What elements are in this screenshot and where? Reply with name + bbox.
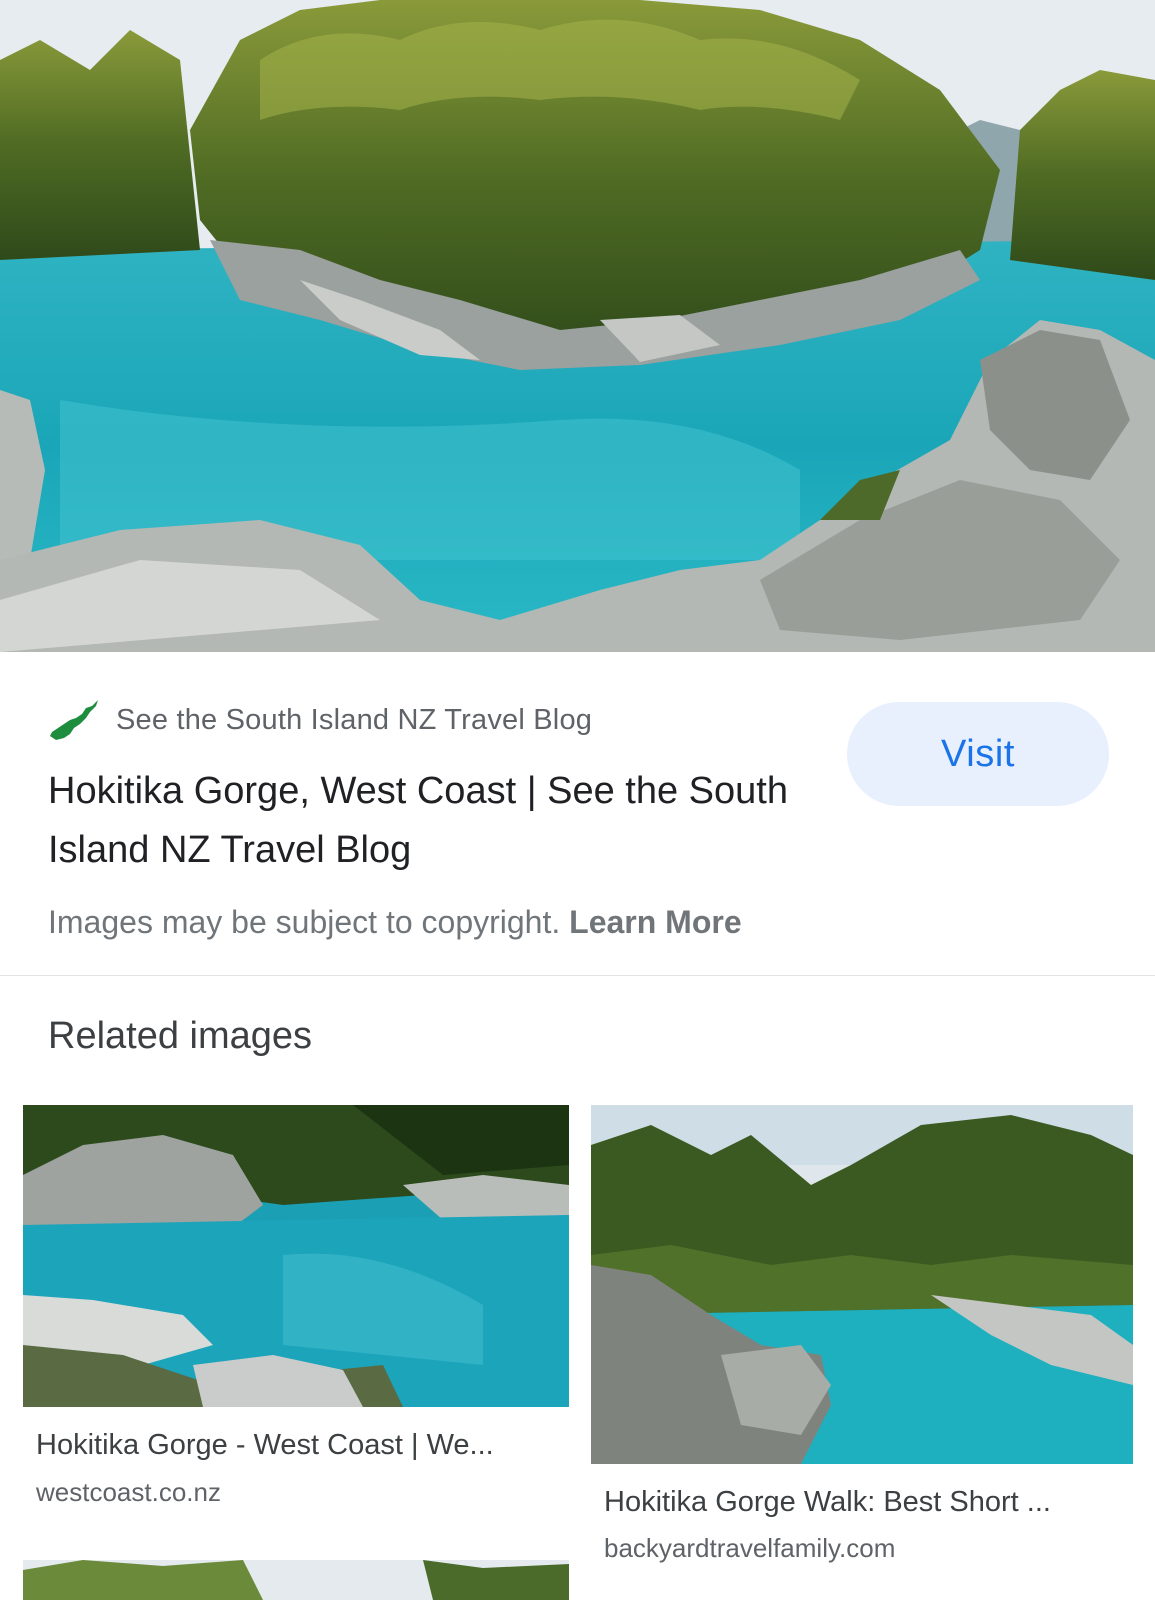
thumbnail-illustration [23, 1560, 569, 1600]
related-image-card[interactable]: Hokitika Gorge Walk: Best Short ... back… [591, 1105, 1133, 1563]
image-preview-page: See the South Island NZ Travel Blog Visi… [0, 0, 1155, 1600]
related-image-title: Hokitika Gorge - West Coast | We... [36, 1429, 494, 1461]
thumbnail-illustration [591, 1105, 1133, 1464]
section-divider [0, 975, 1155, 976]
hero-landscape-illustration [0, 0, 1155, 652]
related-image-domain: westcoast.co.nz [36, 1477, 221, 1507]
related-image-domain: backyardtravelfamily.com [604, 1533, 896, 1563]
related-image-thumbnail[interactable] [591, 1105, 1133, 1464]
hero-image[interactable] [0, 0, 1155, 652]
learn-more-link[interactable]: Learn More [569, 904, 741, 940]
result-title[interactable]: Hokitika Gorge, West Coast | See the Sou… [48, 762, 808, 880]
related-image-thumbnail[interactable] [23, 1560, 569, 1600]
copyright-notice: Images may be subject to copyright. Lear… [48, 904, 742, 941]
south-island-map-icon [50, 700, 98, 740]
related-image-card[interactable]: Hokitika Gorge - West Coast | We... west… [23, 1105, 569, 1507]
source-row[interactable]: See the South Island NZ Travel Blog [48, 698, 592, 742]
related-images-heading: Related images [48, 1015, 313, 1057]
related-image-thumbnail[interactable] [23, 1105, 569, 1407]
related-image-title: Hokitika Gorge Walk: Best Short ... [604, 1486, 1051, 1518]
related-image-card[interactable] [23, 1560, 569, 1600]
visit-button[interactable]: Visit [847, 702, 1109, 806]
thumbnail-illustration [23, 1105, 569, 1407]
copyright-text: Images may be subject to copyright. [48, 904, 561, 940]
source-name: See the South Island NZ Travel Blog [116, 703, 593, 736]
